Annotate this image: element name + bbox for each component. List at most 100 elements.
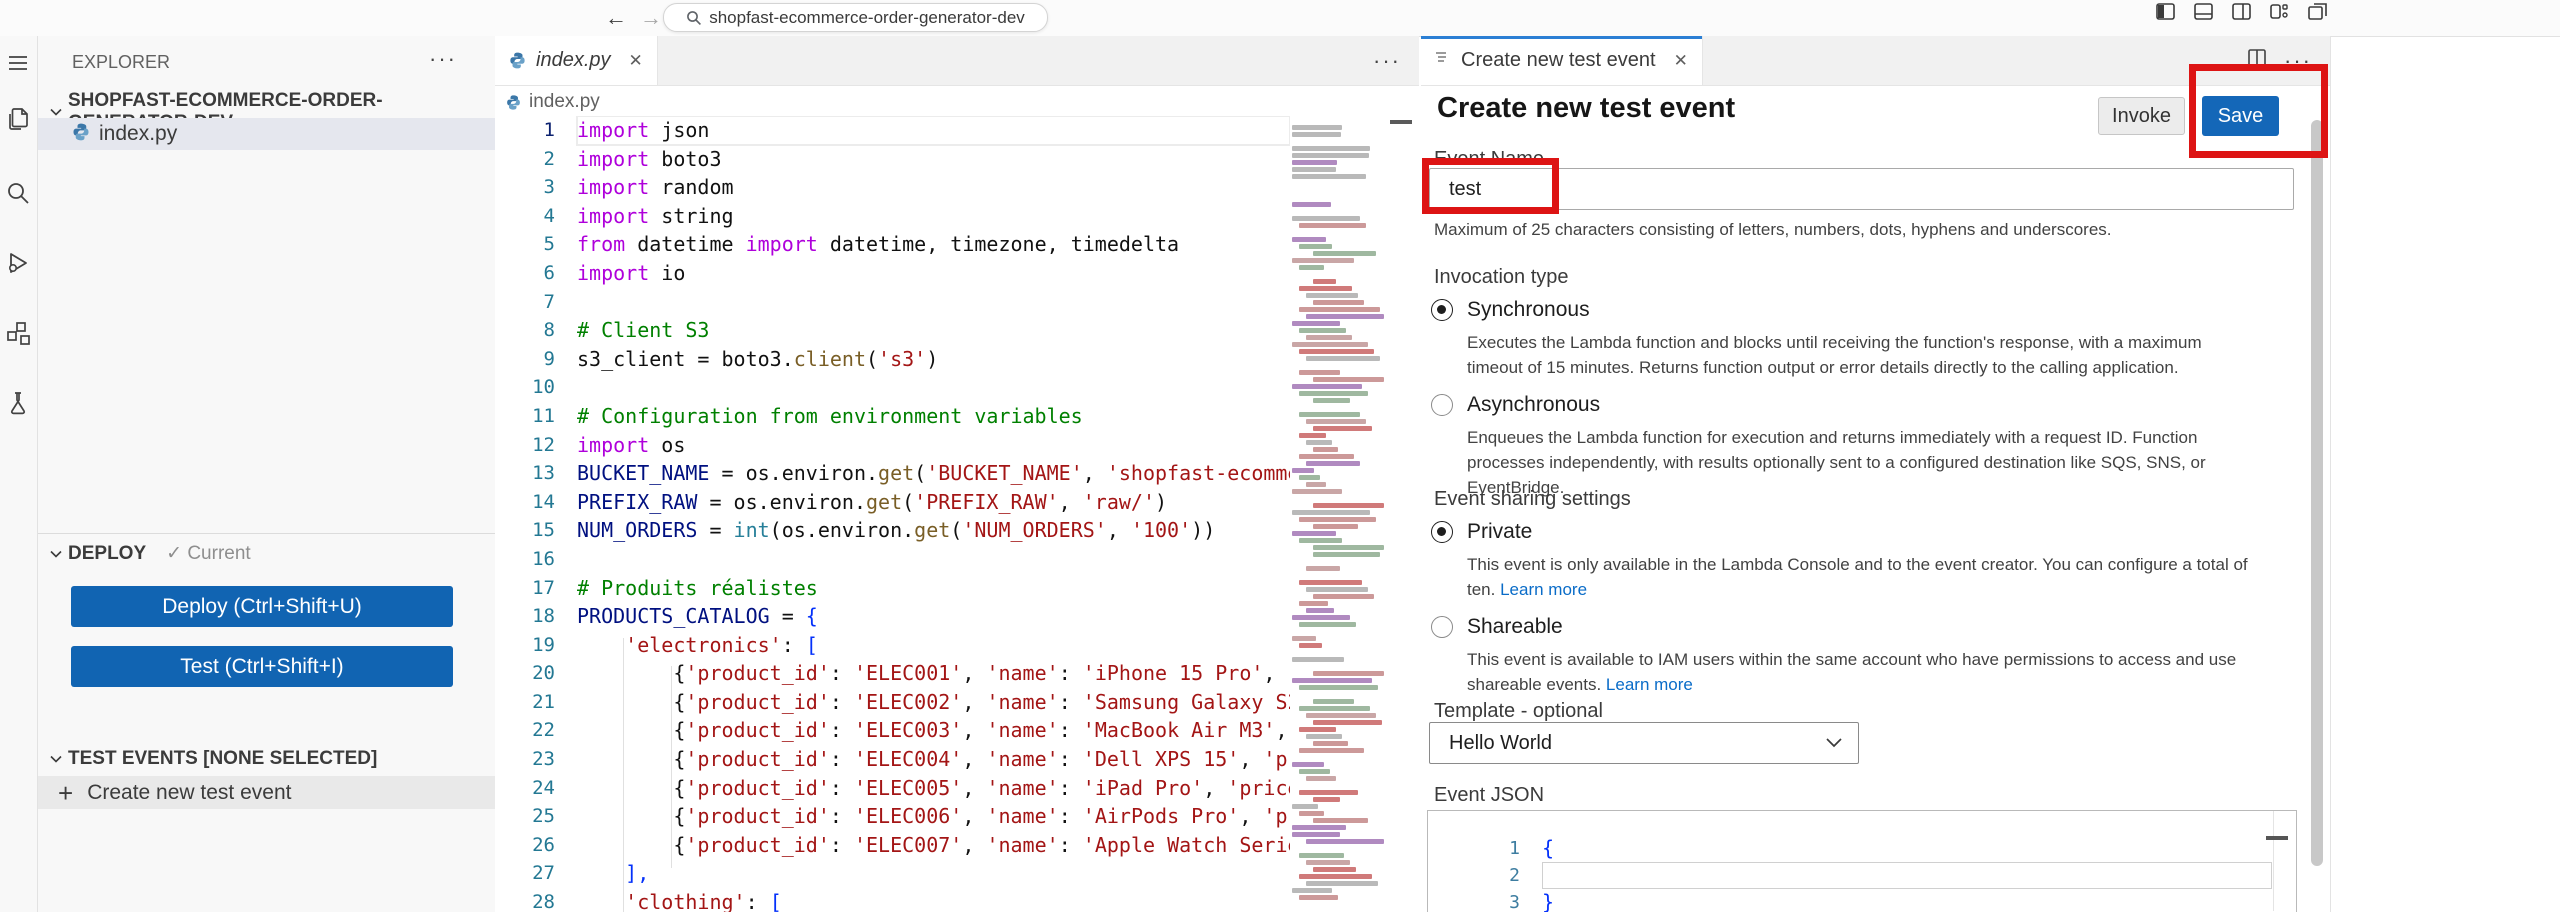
sidebar-item-indexpy[interactable]: index.py	[38, 118, 495, 150]
explorer-sidebar: EXPLORER ··· SHOPFAST-ECOMMERCE-ORDER-GE…	[38, 36, 496, 912]
close-icon[interactable]: ✕	[629, 51, 643, 71]
radio-description: This event is only available in the Lamb…	[1467, 552, 2257, 602]
code-editor[interactable]: 1import json2import boto33import random4…	[495, 116, 1290, 912]
close-icon[interactable]: ✕	[1674, 51, 1688, 71]
run-debug-icon[interactable]	[3, 248, 33, 278]
back-button[interactable]: ←	[601, 3, 631, 33]
code-line: 15NUM_ORDERS = int(os.environ.get('NUM_O…	[495, 516, 1290, 545]
test-events-section-title: TEST EVENTS [NONE SELECTED]	[68, 748, 377, 770]
line-number: 13	[495, 459, 577, 488]
code-text: {'product_id': 'ELEC003', 'name': 'MacBo…	[577, 716, 1290, 745]
radio-button-icon[interactable]	[1431, 394, 1453, 416]
code-text: # Configuration from environment variabl…	[577, 402, 1290, 431]
code-text	[577, 373, 1290, 402]
radio-asynchronous[interactable]: Asynchronous	[1431, 393, 2261, 417]
editor-group: index.py ✕ ··· index.py 1import json2imp…	[495, 36, 1419, 912]
code-text: 'electronics': [	[577, 631, 1290, 660]
split-editor-icon[interactable]	[2248, 49, 2266, 72]
panel-more-actions[interactable]: ···	[2284, 56, 2312, 66]
code-line: 23 {'product_id': 'ELEC004', 'name': 'De…	[495, 745, 1290, 774]
search-icon	[686, 10, 702, 26]
code-line: 8# Client S3	[495, 316, 1290, 345]
tab-indexpy[interactable]: index.py ✕	[495, 36, 658, 85]
invocation-type-group: Synchronous Executes the Lambda function …	[1431, 298, 2261, 513]
command-center-label: shopfast-ecommerce-order-generator-dev	[709, 8, 1025, 28]
test-button[interactable]: Test (Ctrl+Shift+I)	[71, 646, 453, 687]
line-number: 11	[495, 402, 577, 431]
toggle-secondary-sidebar-icon[interactable]	[2232, 3, 2251, 25]
event-json-editor[interactable]: 1{23}	[1427, 810, 2297, 912]
search-icon[interactable]	[3, 178, 33, 208]
vscode-window: ← → shopfast-ecommerce-order-generator-d…	[0, 0, 2560, 912]
json-text: }	[1542, 889, 2296, 912]
testing-icon[interactable]	[3, 388, 33, 418]
invocation-option: Synchronous Executes the Lambda function …	[1431, 298, 2261, 380]
json-text	[1542, 862, 2272, 889]
line-number: 2	[1428, 862, 1542, 889]
forward-button[interactable]: →	[636, 3, 666, 33]
code-line: 21 {'product_id': 'ELEC002', 'name': 'Sa…	[495, 688, 1290, 717]
breadcrumb-label: index.py	[529, 91, 600, 113]
radio-private[interactable]: Private	[1431, 520, 2261, 544]
radio-description: Executes the Lambda function and blocks …	[1467, 330, 2257, 380]
code-text: ],	[577, 859, 1290, 888]
line-number: 24	[495, 774, 577, 803]
code-line: 5from datetime import datetime, timezone…	[495, 230, 1290, 259]
code-line: 20 {'product_id': 'ELEC001', 'name': 'iP…	[495, 659, 1290, 688]
json-line: 1{	[1428, 835, 2296, 862]
breadcrumb[interactable]: index.py	[505, 88, 600, 116]
line-number: 18	[495, 602, 577, 631]
line-number: 3	[1428, 889, 1542, 912]
plus-icon: +	[58, 783, 73, 803]
create-test-event-item[interactable]: + Create new test event	[38, 776, 495, 809]
event-name-input[interactable]	[1429, 168, 2294, 210]
tab-create-new-test-event[interactable]: Create new test event ✕	[1421, 36, 1703, 85]
panel-scrollbar[interactable]	[2311, 120, 2323, 866]
toggle-panel-icon[interactable]	[2194, 3, 2213, 25]
json-scrollbar[interactable]	[2266, 836, 2288, 840]
indent-guide	[623, 638, 624, 912]
line-number: 21	[495, 688, 577, 717]
extensions-icon[interactable]	[3, 318, 33, 348]
explorer-more-actions[interactable]: ···	[429, 46, 457, 72]
code-line: 17# Produits réalistes	[495, 574, 1290, 603]
learn-more-link[interactable]: Learn more	[1500, 580, 1587, 599]
invoke-button[interactable]: Invoke	[2098, 97, 2185, 135]
code-text: import string	[577, 202, 1290, 231]
sharing-settings-label: Event sharing settings	[1434, 488, 1631, 511]
code-text: {'product_id': 'ELEC001', 'name': 'iPhon…	[577, 659, 1290, 688]
menu-icon[interactable]	[3, 48, 33, 78]
save-button[interactable]: Save	[2202, 96, 2279, 136]
toggle-sidebar-icon[interactable]	[2156, 3, 2175, 25]
explorer-icon[interactable]	[3, 104, 33, 134]
code-line: 25 {'product_id': 'ELEC006', 'name': 'Ai…	[495, 802, 1290, 831]
json-text: {	[1542, 835, 2296, 862]
deploy-button[interactable]: Deploy (Ctrl+Shift+U)	[71, 586, 453, 627]
customize-layout-icon[interactable]	[2270, 3, 2289, 25]
command-center[interactable]: shopfast-ecommerce-order-generator-dev	[663, 3, 1048, 32]
deploy-section-title: DEPLOY	[68, 543, 146, 565]
radio-button-icon[interactable]	[1431, 616, 1453, 638]
editor-scrollbar[interactable]	[1390, 120, 1412, 124]
code-line: 10	[495, 373, 1290, 402]
editor-more-actions[interactable]: ···	[1373, 56, 1401, 66]
radio-button-icon[interactable]	[1431, 521, 1453, 543]
code-text: from datetime import datetime, timezone,…	[577, 230, 1290, 259]
test-events-section-header[interactable]: TEST EVENTS [NONE SELECTED]	[48, 748, 377, 770]
restore-window-icon[interactable]	[2308, 3, 2327, 25]
deploy-section-header[interactable]: DEPLOY ✓ Current	[48, 542, 251, 565]
radio-synchronous[interactable]: Synchronous	[1431, 298, 2261, 322]
learn-more-link[interactable]: Learn more	[1606, 675, 1693, 694]
radio-shareable[interactable]: Shareable	[1431, 615, 2261, 639]
minimap[interactable]	[1292, 118, 1388, 912]
line-number: 28	[495, 888, 577, 912]
code-line: 24 {'product_id': 'ELEC005', 'name': 'iP…	[495, 774, 1290, 803]
line-number: 9	[495, 345, 577, 374]
chevron-down-icon	[1826, 738, 1842, 748]
code-text: s3_client = boto3.client('s3')	[577, 345, 1290, 374]
line-number: 15	[495, 516, 577, 545]
template-select[interactable]: Hello World	[1429, 722, 1859, 764]
line-number: 1	[495, 116, 577, 145]
radio-button-icon[interactable]	[1431, 299, 1453, 321]
line-number: 8	[495, 316, 577, 345]
